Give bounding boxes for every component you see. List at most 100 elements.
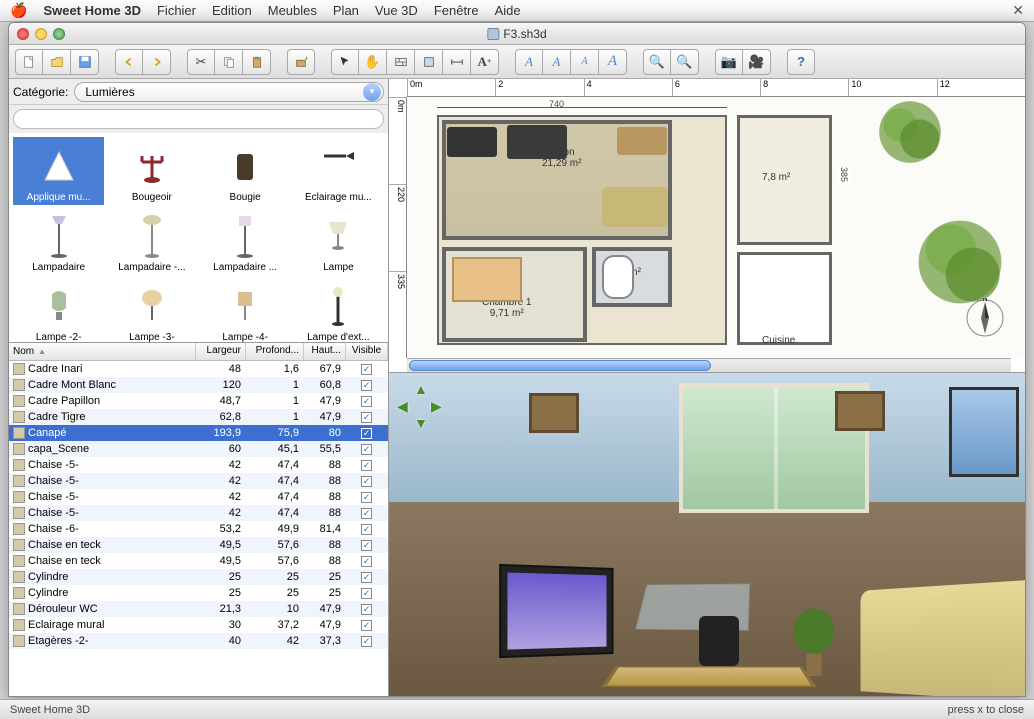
catalog-item[interactable]: Lampe [293,207,384,275]
table-row[interactable]: Cadre Mont Blanc 120 1 60,8 ✓ [9,377,388,393]
paste-button[interactable] [243,49,271,75]
select-tool-button[interactable] [331,49,359,75]
furniture-table-body[interactable]: Cadre Inari 48 1,6 67,9 ✓ Cadre Mont Bla… [9,361,388,696]
furniture-icon[interactable] [447,127,497,157]
visible-checkbox[interactable]: ✓ [361,508,372,519]
undo-button[interactable] [115,49,143,75]
create-video-button[interactable]: 🎥 [743,49,771,75]
table-row[interactable]: Chaise en teck 49,5 57,6 88 ✓ [9,553,388,569]
apple-icon[interactable]: 🍎 [10,2,27,19]
text-style1-button[interactable]: A [515,49,543,75]
text-decrease-button[interactable]: A [599,49,627,75]
plan-canvas[interactable]: 740 Salon21,29 m² Chambre 19,71 m² [407,97,1025,358]
catalog-item[interactable]: Bougie [200,137,291,205]
text-tool-button[interactable]: A+ [471,49,499,75]
table-row[interactable]: Chaise en teck 49,5 57,6 88 ✓ [9,537,388,553]
furniture-icon[interactable] [617,127,667,155]
catalog-item[interactable]: Lampadaire -... [106,207,197,275]
window-close-button[interactable] [17,28,29,40]
visible-checkbox[interactable]: ✓ [361,620,372,631]
col-header-depth[interactable]: Profond... [246,343,304,360]
menu-fichier[interactable]: Fichier [157,3,196,18]
take-photo-button[interactable]: 📷 [715,49,743,75]
table-row[interactable]: Dérouleur WC 21,3 10 47,9 ✓ [9,601,388,617]
table-row[interactable]: Etagères -2- 40 42 37,3 ✓ [9,633,388,649]
table-row[interactable]: capa_Scene 60 45,1 55,5 ✓ [9,441,388,457]
wall-tool-button[interactable] [387,49,415,75]
menu-fenetre[interactable]: Fenêtre [434,3,479,18]
catalog-item[interactable]: Eclairage mu... [293,137,384,205]
plant-icon[interactable] [875,97,945,167]
visible-checkbox[interactable]: ✓ [361,492,372,503]
visible-checkbox[interactable]: ✓ [361,604,372,615]
redo-button[interactable] [143,49,171,75]
text-style2-button[interactable]: A [543,49,571,75]
visible-checkbox[interactable]: ✓ [361,588,372,599]
table-row[interactable]: Cylindre 25 25 25 ✓ [9,569,388,585]
table-row[interactable]: Canapé 193,9 75,9 80 ✓ [9,425,388,441]
dimension-tool-button[interactable] [443,49,471,75]
menu-meubles[interactable]: Meubles [268,3,317,18]
col-header-name[interactable]: Nom [9,343,196,360]
visible-checkbox[interactable]: ✓ [361,396,372,407]
zoom-in-button[interactable]: 🔍 [643,49,671,75]
catalog-item[interactable]: Applique mu... [13,137,104,205]
cut-button[interactable]: ✂ [187,49,215,75]
catalog-item[interactable]: Lampe -3- [106,277,197,343]
view-3d[interactable]: ▲ ▼ ◀ ▶ [389,373,1025,696]
add-furniture-button[interactable]: + [287,49,315,75]
col-header-width[interactable]: Largeur [196,343,246,360]
close-overlay-icon[interactable]: ✕ [1012,2,1024,19]
furniture-sofa[interactable] [602,187,668,227]
visible-checkbox[interactable]: ✓ [361,380,372,391]
zoom-out-button[interactable]: 🔍 [671,49,699,75]
furniture-bed[interactable] [452,257,522,302]
save-file-button[interactable] [71,49,99,75]
catalog-search-input[interactable] [13,109,384,129]
room-tool-button[interactable] [415,49,443,75]
visible-checkbox[interactable]: ✓ [361,444,372,455]
copy-button[interactable] [215,49,243,75]
catalog-item[interactable]: Lampe -4- [200,277,291,343]
table-row[interactable]: Chaise -5- 42 47,4 88 ✓ [9,489,388,505]
visible-checkbox[interactable]: ✓ [361,524,372,535]
table-row[interactable]: Cadre Papillon 48,7 1 47,9 ✓ [9,393,388,409]
catalog-item[interactable]: Lampadaire ... [200,207,291,275]
text-increase-button[interactable]: A [571,49,599,75]
furniture-bathtub[interactable] [602,255,634,299]
visible-checkbox[interactable]: ✓ [361,460,372,471]
table-row[interactable]: Cadre Inari 48 1,6 67,9 ✓ [9,361,388,377]
table-row[interactable]: Eclairage mural 30 37,2 47,9 ✓ [9,617,388,633]
menu-plan[interactable]: Plan [333,3,359,18]
visible-checkbox[interactable]: ✓ [361,636,372,647]
menu-edition[interactable]: Edition [212,3,252,18]
plant-icon[interactable] [915,217,1005,307]
table-row[interactable]: Cadre Tigre 62,8 1 47,9 ✓ [9,409,388,425]
table-row[interactable]: Chaise -5- 42 47,4 88 ✓ [9,505,388,521]
col-header-visible[interactable]: Visible [346,343,388,360]
table-row[interactable]: Cylindre 25 25 25 ✓ [9,585,388,601]
pan-tool-button[interactable]: ✋ [359,49,387,75]
window-minimize-button[interactable] [35,28,47,40]
catalog-item[interactable]: Lampe -2- [13,277,104,343]
menu-aide[interactable]: Aide [495,3,521,18]
visible-checkbox[interactable]: ✓ [361,556,372,567]
furniture-icon[interactable] [507,125,567,159]
table-row[interactable]: Chaise -6- 53,2 49,9 81,4 ✓ [9,521,388,537]
window-zoom-button[interactable] [53,28,65,40]
visible-checkbox[interactable]: ✓ [361,540,372,551]
open-file-button[interactable] [43,49,71,75]
plan-view[interactable]: 0m 2 4 6 8 10 12 0m 220 335 740 [389,79,1025,373]
table-row[interactable]: Chaise -5- 42 47,4 88 ✓ [9,473,388,489]
table-row[interactable]: Chaise -5- 42 47,4 88 ✓ [9,457,388,473]
visible-checkbox[interactable]: ✓ [361,428,372,439]
visible-checkbox[interactable]: ✓ [361,476,372,487]
visible-checkbox[interactable]: ✓ [361,412,372,423]
help-button[interactable]: ? [787,49,815,75]
plan-scrollbar-h[interactable] [407,358,1011,372]
app-menu[interactable]: Sweet Home 3D [43,3,141,18]
catalog-item[interactable]: Lampe d'ext... [293,277,384,343]
catalog-item[interactable]: Bougeoir [106,137,197,205]
category-select[interactable]: Lumières [74,82,384,102]
nav-3d-widget[interactable]: ▲ ▼ ◀ ▶ [399,383,443,427]
